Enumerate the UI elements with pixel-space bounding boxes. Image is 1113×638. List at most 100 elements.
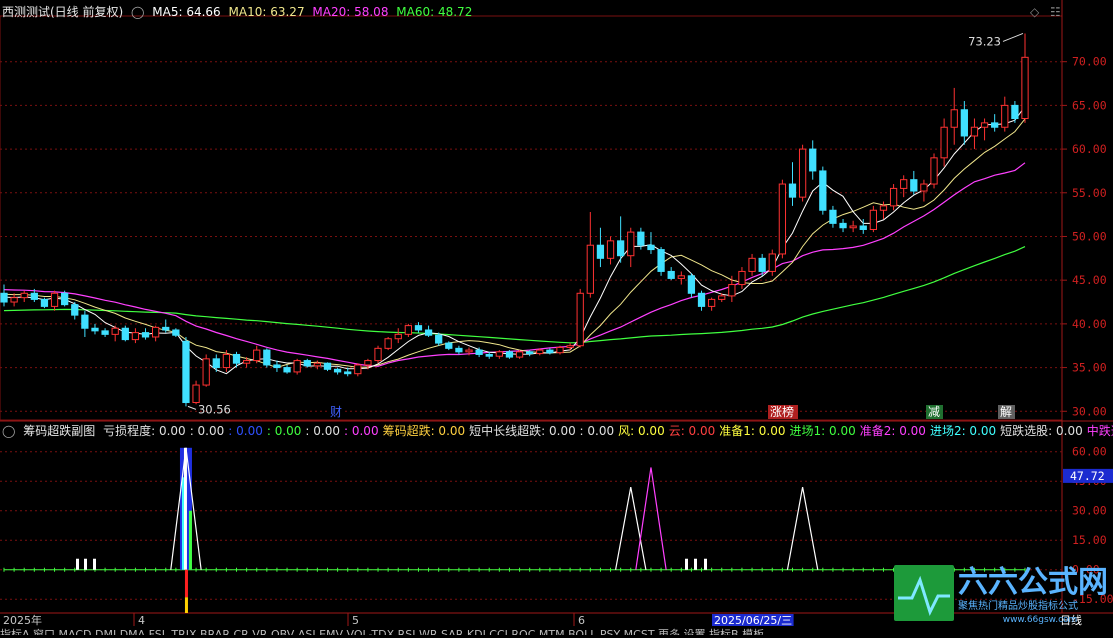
candle-body — [546, 349, 554, 354]
candle-body — [697, 292, 706, 307]
candle-body — [40, 298, 49, 307]
candle-body — [30, 292, 38, 300]
candle-body — [182, 340, 190, 404]
sub-indicator-1: : 0.00 — [189, 424, 225, 438]
sub-indicator-5: : 0.00 — [344, 424, 379, 438]
sub-title[interactable]: 筹码超跌副图 — [23, 424, 95, 438]
candle-body — [354, 364, 362, 375]
menu-icon[interactable]: ☷ — [1050, 5, 1061, 19]
sub-indicator-11: 进场1: 0.00 — [789, 424, 856, 438]
candle-body — [101, 330, 109, 335]
candle-body — [435, 334, 443, 344]
candle-body — [364, 360, 372, 366]
candle-body — [778, 183, 787, 255]
chart-canvas[interactable]: 70.00 65.00 60.00 55.00 50.00 45.00 40.00 35.00… — [0, 0, 1113, 635]
candle-body — [374, 347, 382, 362]
candle-body — [536, 349, 544, 355]
price-tick-label: 70.00 — [1072, 55, 1107, 69]
candle-body — [596, 244, 605, 259]
candle-body — [940, 126, 948, 159]
candle-body — [657, 249, 665, 272]
low-price-label: 30.56 — [198, 402, 231, 416]
candle-body — [131, 332, 140, 341]
candle-body — [253, 349, 261, 362]
candle-body — [788, 183, 797, 198]
candle-body — [121, 327, 129, 341]
candle-body — [485, 353, 493, 357]
sub-indicator-15: 中跌选股 — [1086, 424, 1113, 438]
candle-body — [303, 360, 311, 367]
candle-body — [606, 240, 615, 259]
sub-indicator-14: 短跌选股: 0.00 — [1000, 424, 1083, 438]
candle-body — [111, 327, 119, 335]
candle-body — [404, 325, 412, 335]
sub-indicator-10: 准备1: 0.00 — [719, 424, 786, 438]
candle-body — [242, 360, 251, 364]
candle-body — [627, 231, 635, 257]
candle-body — [162, 326, 170, 331]
candle-body — [202, 358, 210, 386]
candle-body — [728, 284, 736, 297]
stock-title[interactable]: 西测测试(日线 前复权) — [2, 5, 123, 19]
chart-stage[interactable]: 70.00 65.00 60.00 55.00 50.00 45.00 40.00 35.00… — [0, 0, 1113, 635]
candle-body — [748, 257, 756, 272]
indicator-tick-label: 15.00 — [1072, 533, 1107, 547]
indicator-small-tick — [704, 558, 707, 570]
indicator-small-tick — [93, 558, 96, 570]
diamond-icon[interactable]: ◇ — [1030, 5, 1039, 19]
indicator-toolbar[interactable]: 指标A 窗口 MACD DMI DMA FSL TRIX BRAR CR VR … — [0, 626, 1113, 635]
candle-body — [414, 325, 423, 331]
candle-body — [768, 253, 776, 272]
candle-body — [1021, 56, 1029, 119]
candle-body — [172, 329, 180, 336]
candle-body — [475, 349, 483, 355]
low-arrow — [187, 405, 197, 410]
candle-body — [424, 329, 433, 336]
candle-body — [0, 292, 8, 303]
candle-body — [61, 292, 69, 306]
candle-body — [515, 351, 524, 358]
ma10-label: MA10: 63.27 — [228, 5, 305, 19]
candle-body — [556, 346, 564, 354]
price-tick-label: 60.00 — [1072, 142, 1107, 156]
settings-icon[interactable]: ◯ — [2, 424, 15, 438]
candle-body — [263, 349, 271, 366]
indicator-small-tick — [84, 558, 87, 570]
candle-body — [81, 314, 89, 329]
event-tag: 减 — [928, 405, 940, 419]
candle-body — [222, 353, 231, 369]
candle-body — [192, 384, 200, 404]
price-tick-label: 55.00 — [1072, 186, 1107, 200]
candle-body — [505, 351, 514, 358]
sub-indicator-13: 进场2: 0.00 — [929, 424, 997, 438]
candle-body — [455, 347, 463, 353]
event-tag: 财 — [330, 405, 342, 419]
candle-body — [465, 349, 473, 353]
watermark-title: 六六公式网 — [958, 565, 1108, 600]
xaxis-label: 2025年 — [3, 613, 42, 627]
candle-body — [819, 170, 827, 211]
price-tick-label: 45.00 — [1072, 273, 1107, 287]
signal-bar-yellow — [184, 597, 188, 613]
high-price-label: 73.23 — [968, 34, 1001, 48]
candle-body — [586, 244, 594, 294]
candle-body — [718, 295, 726, 300]
candle-body — [71, 304, 79, 316]
price-tick-label: 65.00 — [1072, 98, 1107, 112]
sub-indicator-9: 云: 0.00 — [668, 424, 716, 438]
ma5-label: MA5: 64.66 — [152, 5, 221, 19]
candle-body — [879, 205, 888, 211]
candle-body — [384, 338, 392, 349]
sub-indicator-7: 短中长线超跌: 0.00 : 0.00 — [469, 424, 615, 438]
candle-body — [900, 179, 908, 189]
candle-body — [798, 148, 807, 198]
settings-icon[interactable]: ◯ — [131, 5, 144, 19]
signal-bar-green — [188, 510, 192, 570]
candle-body — [313, 362, 322, 367]
indicator-tick-label: 30.00 — [1072, 504, 1107, 518]
signal-bar-white — [183, 447, 187, 570]
sub-indicator-12: 准备2: 0.00 — [859, 424, 926, 438]
candle-body — [10, 297, 18, 303]
indicator-spike — [786, 487, 819, 570]
sub-header: ◯ 筹码超跌副图 亏损程度: 0.00: 0.00: 0.00: 0.00: 0… — [2, 424, 1113, 438]
